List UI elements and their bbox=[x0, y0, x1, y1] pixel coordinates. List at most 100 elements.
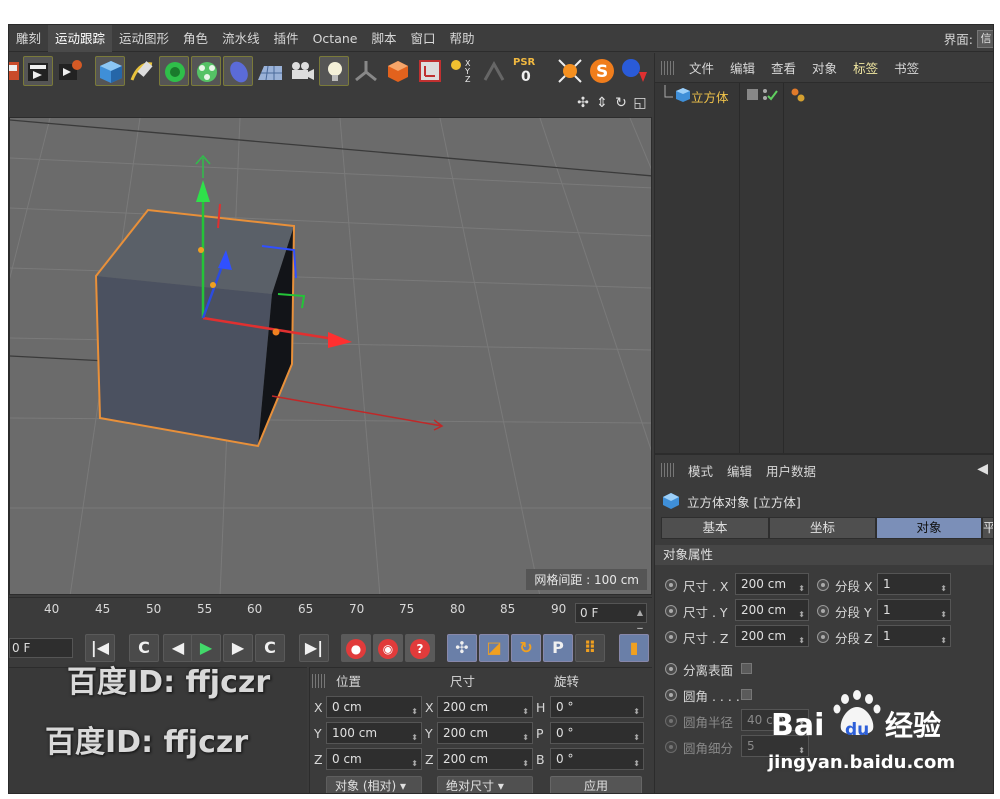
pos-x-field[interactable]: 0 cm ⬍ bbox=[326, 696, 422, 718]
spin-arrows-icon[interactable]: ⬍ bbox=[522, 728, 529, 748]
apply-button[interactable]: 应用 bbox=[550, 776, 642, 793]
menu-plugins[interactable]: 插件 bbox=[267, 25, 306, 52]
rot-p-field[interactable]: 0 ° ⬍ bbox=[550, 722, 644, 744]
deformer-icon[interactable] bbox=[223, 56, 253, 86]
back-arrow-icon[interactable]: ◀ bbox=[977, 461, 988, 477]
menu-mograph[interactable]: 运动图形 bbox=[112, 25, 176, 52]
tab-object[interactable]: 对象 bbox=[876, 517, 982, 539]
subdivision-icon[interactable] bbox=[159, 56, 189, 86]
anim-radio-seg-y[interactable] bbox=[817, 605, 829, 617]
panel-grip-icon[interactable] bbox=[661, 463, 675, 477]
light-icon[interactable] bbox=[319, 56, 349, 86]
fillet-checkbox[interactable] bbox=[741, 689, 752, 700]
am-menu-user-data[interactable]: 用户数据 bbox=[759, 461, 823, 480]
autokey-button[interactable]: ◉ bbox=[373, 634, 403, 662]
anim-radio-separate[interactable] bbox=[665, 663, 677, 675]
maximize-view-icon[interactable]: ◱ bbox=[632, 95, 648, 111]
object-name-cube[interactable]: 立方体 bbox=[691, 87, 729, 106]
snap-icon[interactable] bbox=[555, 56, 585, 86]
spin-arrows-icon[interactable]: ⬍ bbox=[940, 631, 947, 651]
pos-y-field[interactable]: 100 cm ⬍ bbox=[326, 722, 422, 744]
record-active-button[interactable]: ● bbox=[341, 634, 371, 662]
tab-phong[interactable]: 平 bbox=[982, 517, 993, 539]
separate-faces-checkbox[interactable] bbox=[741, 663, 752, 674]
anim-radio-fillet-subdiv[interactable] bbox=[665, 741, 677, 753]
panel-grip-icon[interactable] bbox=[661, 60, 675, 75]
visibility-dots-icon[interactable] bbox=[745, 87, 785, 103]
om-menu-tags[interactable]: 标签 bbox=[845, 58, 886, 77]
spin-arrows-icon[interactable]: ⬍ bbox=[411, 754, 418, 774]
dolly-view-icon[interactable]: ⇕ bbox=[594, 95, 610, 111]
panel-grip-icon[interactable] bbox=[312, 674, 326, 688]
am-menu-mode[interactable]: 模式 bbox=[681, 461, 720, 480]
om-menu-view[interactable]: 查看 bbox=[763, 58, 804, 77]
keyframe-selection-button[interactable]: ? bbox=[405, 634, 435, 662]
coord-mode-dropdown[interactable]: 对象 (相对) ▾ bbox=[326, 776, 422, 793]
material-tag-icon[interactable] bbox=[789, 87, 809, 103]
menu-motion-tracking[interactable]: 运动跟踪 bbox=[48, 25, 113, 52]
size-mode-dropdown[interactable]: 绝对尺寸 ▾ bbox=[437, 776, 533, 793]
list-item[interactable]: 立方体 bbox=[655, 85, 993, 106]
anim-radio-size-z[interactable] bbox=[665, 631, 677, 643]
anim-radio-fillet-radius[interactable] bbox=[665, 715, 677, 727]
xyz-lock-icon[interactable]: XYZ bbox=[447, 56, 477, 86]
spin-arrows-icon[interactable]: ⬍ bbox=[411, 728, 418, 748]
render-settings-icon[interactable] bbox=[55, 56, 85, 86]
size-z-input[interactable]: 200 cm ⬍ bbox=[735, 625, 809, 647]
anim-radio-size-x[interactable] bbox=[665, 579, 677, 591]
menu-sculpt[interactable]: 雕刻 bbox=[9, 25, 48, 52]
om-menu-objects[interactable]: 对象 bbox=[804, 58, 845, 77]
spin-arrows-icon[interactable]: ⬍ bbox=[940, 605, 947, 625]
make-editable-icon[interactable] bbox=[383, 56, 413, 86]
spin-arrows-icon[interactable]: ⬍ bbox=[798, 579, 805, 599]
segments-z-input[interactable]: 1 ⬍ bbox=[877, 625, 951, 647]
menu-character[interactable]: 角色 bbox=[176, 25, 215, 52]
rot-h-field[interactable]: 0 ° ⬍ bbox=[550, 696, 644, 718]
scale-key-button[interactable]: ◪ bbox=[479, 634, 509, 662]
floor-icon[interactable] bbox=[255, 56, 285, 86]
psr-icon[interactable]: PSR 0 bbox=[511, 56, 541, 86]
om-menu-edit[interactable]: 编辑 bbox=[722, 58, 763, 77]
octane-icon[interactable] bbox=[617, 56, 647, 86]
pos-z-field[interactable]: 0 cm ⬍ bbox=[326, 748, 422, 770]
menu-window[interactable]: 窗口 bbox=[404, 25, 443, 52]
spin-arrows-icon[interactable]: ⬍ bbox=[940, 579, 947, 599]
am-menu-edit[interactable]: 编辑 bbox=[720, 461, 759, 480]
move-view-icon[interactable]: ✣ bbox=[575, 95, 591, 111]
spin-arrows-icon[interactable]: ⬍ bbox=[798, 605, 805, 625]
tab-basic[interactable]: 基本 bbox=[661, 517, 769, 539]
menu-script[interactable]: 脚本 bbox=[364, 25, 403, 52]
cube-icon[interactable] bbox=[95, 56, 125, 86]
anim-radio-seg-z[interactable] bbox=[817, 631, 829, 643]
menu-help[interactable]: 帮助 bbox=[443, 25, 482, 52]
go-to-end-button[interactable]: ▶| bbox=[299, 634, 329, 662]
size-y-field[interactable]: 200 cm ⬍ bbox=[437, 722, 533, 744]
timeline-ruler[interactable]: 40 45 50 55 60 65 70 75 80 85 90 0 F ▲▼ bbox=[9, 597, 652, 635]
tab-coordinates[interactable]: 坐标 bbox=[769, 517, 876, 539]
spin-arrows-icon[interactable]: ⬍ bbox=[798, 631, 805, 651]
segments-y-input[interactable]: 1 ⬍ bbox=[877, 599, 951, 621]
coordinate-system-icon[interactable] bbox=[415, 56, 445, 86]
om-menu-bookmarks[interactable]: 书签 bbox=[886, 58, 927, 77]
cloner-icon[interactable] bbox=[191, 56, 221, 86]
spin-arrows-icon[interactable]: ⬍ bbox=[522, 702, 529, 722]
rotate-view-icon[interactable]: ↻ bbox=[613, 95, 629, 111]
spin-arrows-icon[interactable]: ⬍ bbox=[522, 754, 529, 774]
spin-arrows-icon[interactable]: ⬍ bbox=[633, 754, 640, 774]
size-x-field[interactable]: 200 cm ⬍ bbox=[437, 696, 533, 718]
om-menu-file[interactable]: 文件 bbox=[681, 58, 722, 77]
anim-radio-seg-x[interactable] bbox=[817, 579, 829, 591]
current-frame-field[interactable]: 0 F bbox=[9, 638, 73, 658]
rotation-key-button[interactable]: ↻ bbox=[511, 634, 541, 662]
joints-icon[interactable] bbox=[479, 56, 509, 86]
anim-radio-size-y[interactable] bbox=[665, 605, 677, 617]
camera-icon[interactable] bbox=[287, 56, 317, 86]
perspective-viewport[interactable]: 网格间距 : 100 cm bbox=[9, 117, 652, 595]
menu-pipeline[interactable]: 流水线 bbox=[215, 25, 267, 52]
render-active-icon[interactable] bbox=[23, 56, 53, 86]
size-x-input[interactable]: 200 cm ⬍ bbox=[735, 573, 809, 595]
sculpt-s-icon[interactable]: S bbox=[587, 56, 617, 86]
parameter-key-button[interactable]: P bbox=[543, 634, 573, 662]
spin-arrows-icon[interactable]: ⬍ bbox=[633, 702, 640, 722]
position-key-button[interactable]: ✣ bbox=[447, 634, 477, 662]
